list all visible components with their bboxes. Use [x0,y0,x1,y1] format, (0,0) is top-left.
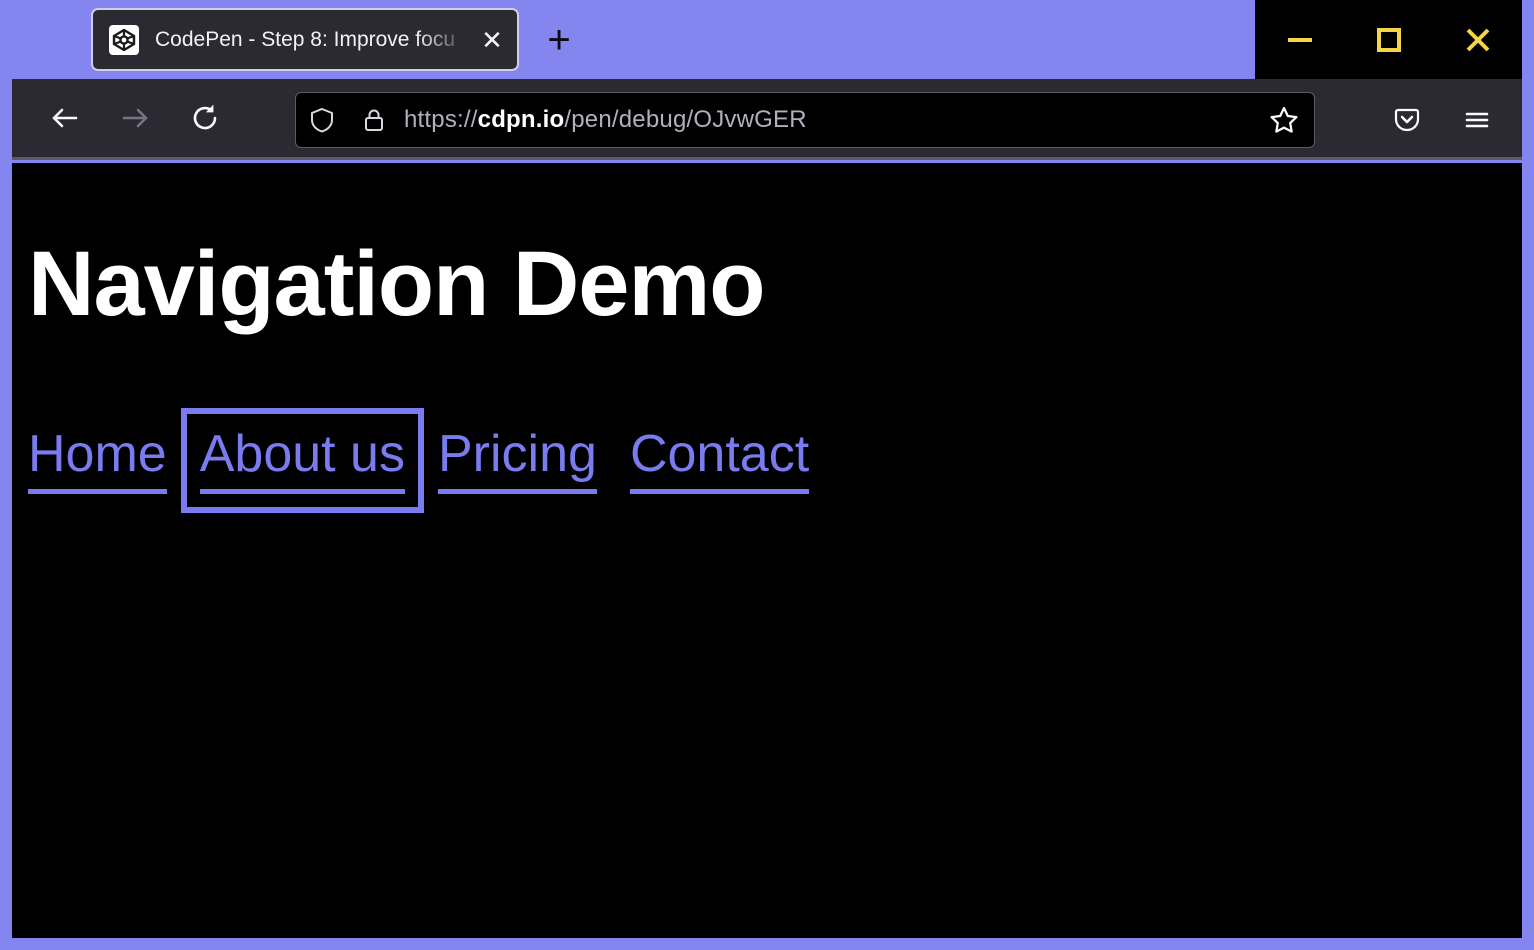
url-path: /pen/debug/OJvwGER [564,106,806,133]
bookmark-star-icon[interactable] [1260,97,1308,143]
url-text[interactable]: https://cdpn.io/pen/debug/OJvwGER [404,106,1314,134]
window-controls [1255,0,1522,79]
nav-link-contact[interactable]: Contact [630,427,809,494]
page-title: Navigation Demo [28,238,764,330]
url-scheme: https:// [404,106,478,133]
lock-icon[interactable] [348,97,400,143]
shield-icon[interactable] [296,97,348,143]
tab-title: CodePen - Step 8: Improve focu [155,28,473,52]
nav-link-about-us[interactable]: About us [200,427,405,494]
minimize-icon [1288,38,1312,42]
page-viewport: Navigation Demo Home About us Pricing Co… [12,163,1522,938]
pocket-icon [1391,104,1423,136]
hamburger-menu-icon [1462,105,1492,135]
browser-tab-codepen[interactable]: CodePen - Step 8: Improve focu ✕ [91,8,519,71]
tab-close-icon[interactable]: ✕ [473,20,511,60]
codepen-favicon [109,25,139,55]
site-navigation: Home About us Pricing Contact [28,427,809,494]
window-minimize-button[interactable] [1267,10,1333,70]
toolbar-right-buttons [1372,90,1512,150]
reload-button[interactable] [170,88,240,148]
browser-window: CodePen - Step 8: Improve focu ✕ + [0,0,1534,950]
back-arrow-icon [48,101,82,135]
forward-arrow-icon [118,101,152,135]
nav-link-home[interactable]: Home [28,427,167,494]
reload-icon [188,101,222,135]
tab-strip: CodePen - Step 8: Improve focu ✕ + [0,0,1534,79]
maximize-icon [1377,28,1401,52]
url-domain: cdpn.io [478,106,565,133]
close-icon [1463,25,1493,55]
app-menu-button[interactable] [1442,90,1512,150]
new-tab-button[interactable]: + [534,17,584,63]
forward-button[interactable] [100,88,170,148]
nav-link-pricing[interactable]: Pricing [438,427,597,494]
back-button[interactable] [30,88,100,148]
window-close-button[interactable] [1445,10,1511,70]
window-maximize-button[interactable] [1356,10,1422,70]
url-bar[interactable]: https://cdpn.io/pen/debug/OJvwGER [295,92,1315,148]
browser-toolbar: https://cdpn.io/pen/debug/OJvwGER [12,79,1522,160]
pocket-button[interactable] [1372,90,1442,150]
